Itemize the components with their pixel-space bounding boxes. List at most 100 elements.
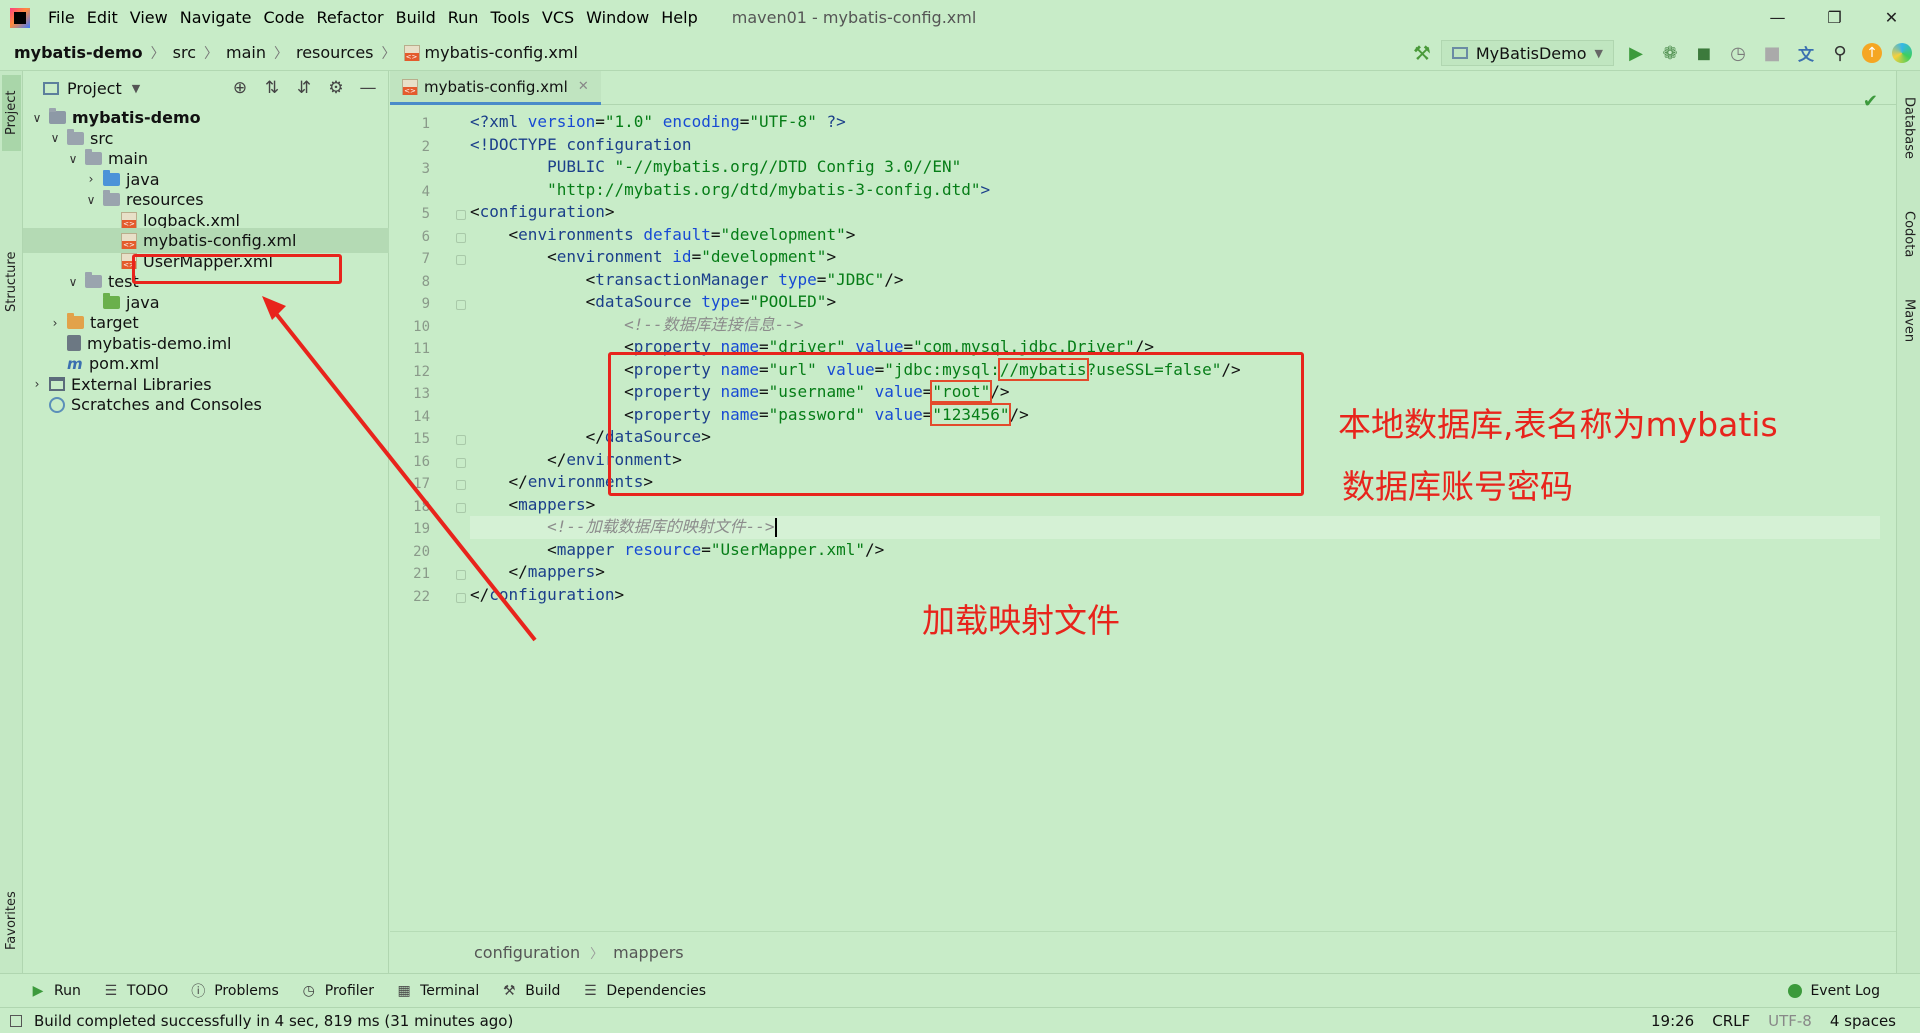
code-line[interactable]: <!--加载数据库的映射文件--> [470, 516, 1880, 539]
editor-tab[interactable]: mybatis-config.xml ✕ [390, 71, 601, 105]
menu-vcs[interactable]: VCS [536, 8, 580, 27]
chevron-down-icon[interactable]: ∨ [65, 152, 81, 166]
profile-icon[interactable]: ◷ [1726, 43, 1750, 64]
fold-marker-icon[interactable] [456, 300, 466, 310]
tool-profiler[interactable]: ◷ Profiler [301, 983, 374, 999]
indent-setting[interactable]: 4 spaces [1830, 1012, 1896, 1030]
update-icon[interactable]: ↑ [1862, 43, 1882, 63]
code-line[interactable]: <mapper resource="UserMapper.xml"/> [470, 539, 1880, 562]
code-line[interactable]: <environment id="development"> [470, 246, 1880, 269]
tool-problems[interactable]: ⓘ Problems [190, 981, 279, 1001]
menu-file[interactable]: File [42, 8, 81, 27]
tool-tab-database[interactable]: Database [1900, 83, 1918, 173]
menu-edit[interactable]: Edit [81, 8, 124, 27]
crumb-src[interactable]: src [173, 43, 196, 62]
event-log-button[interactable]: Event Log [1788, 974, 1880, 1008]
code-line[interactable]: PUBLIC "-//mybatis.org//DTD Config 3.0//… [470, 156, 1880, 179]
xml-file-icon [121, 232, 137, 249]
breadcrumb-mappers[interactable]: mappers [613, 943, 683, 962]
fold-marker-icon[interactable] [456, 232, 466, 243]
fold-marker-icon[interactable] [456, 570, 466, 580]
translate-icon[interactable]: 文 [1794, 41, 1818, 65]
crumb-file[interactable]: mybatis-config.xml [425, 43, 578, 62]
tool-tab-codota[interactable]: Codota [1900, 189, 1918, 279]
crumb-project[interactable]: mybatis-demo [14, 43, 143, 62]
fold-marker-icon[interactable] [456, 592, 466, 603]
chevron-down-icon[interactable]: ∨ [29, 111, 45, 125]
code-line[interactable]: <!--数据库连接信息--> [470, 314, 1880, 337]
menu-navigate[interactable]: Navigate [174, 8, 258, 27]
chevron-right-icon[interactable]: › [83, 172, 99, 186]
file-encoding[interactable]: UTF-8 [1768, 1012, 1812, 1030]
chevron-down-icon[interactable]: ∨ [47, 131, 63, 145]
code-line[interactable]: "http://mybatis.org/dtd/mybatis-3-config… [470, 179, 1880, 202]
coverage-icon[interactable]: ◼ [1692, 43, 1716, 64]
menu-tools[interactable]: Tools [484, 8, 535, 27]
fold-marker-icon[interactable] [456, 457, 466, 468]
build-hammer-icon[interactable]: ⚒ [1413, 41, 1431, 65]
menu-window[interactable]: Window [580, 8, 655, 27]
restore-icon[interactable]: ❐ [1806, 0, 1863, 35]
inspection-ok-icon[interactable]: ✔ [1863, 91, 1878, 112]
menu-build[interactable]: Build [390, 8, 442, 27]
code-line[interactable]: <?xml version="1.0" encoding="UTF-8" ?> [470, 111, 1880, 134]
menu-help[interactable]: Help [655, 8, 703, 27]
tool-tab-structure[interactable]: Structure [2, 241, 21, 323]
status-panel-icon[interactable] [10, 1014, 22, 1027]
search-icon[interactable]: ⚲ [1828, 43, 1852, 64]
run-configuration-select[interactable]: MyBatisDemo ▼ [1440, 40, 1614, 66]
chevron-right-icon[interactable]: › [47, 316, 63, 330]
code-line[interactable]: <environments default="development"> [470, 224, 1880, 247]
tool-tab-maven[interactable]: Maven [1900, 281, 1918, 361]
close-tab-icon[interactable]: ✕ [578, 79, 589, 94]
breadcrumb-configuration[interactable]: configuration [474, 943, 580, 962]
tool-dependencies[interactable]: ☰ Dependencies [582, 983, 706, 999]
xml-file-icon [402, 78, 418, 95]
menu-code[interactable]: Code [258, 8, 311, 27]
tool-tab-favorites[interactable]: Favorites [2, 881, 21, 961]
code-line[interactable]: <!DOCTYPE configuration [470, 134, 1880, 157]
gear-icon[interactable]: ⚙ [326, 78, 346, 98]
code-line[interactable]: </mappers> [470, 561, 1880, 584]
code-area[interactable]: <?xml version="1.0" encoding="UTF-8" ?> <… [470, 105, 1880, 931]
chevron-down-icon[interactable]: ▼ [132, 82, 140, 95]
stop-icon[interactable]: ■ [1760, 43, 1784, 64]
fold-marker-icon[interactable] [456, 435, 466, 445]
tool-tab-project[interactable]: Project [2, 75, 21, 151]
fold-marker-icon[interactable] [456, 502, 466, 513]
code-line[interactable]: <mappers> [470, 494, 1880, 517]
collapse-all-icon[interactable]: ⇵ [294, 78, 314, 98]
chevron-right-icon[interactable]: › [29, 377, 45, 391]
close-icon[interactable]: ✕ [1863, 0, 1920, 35]
run-icon[interactable]: ▶ [1624, 43, 1648, 64]
crumb-main[interactable]: main [226, 43, 266, 62]
hide-icon[interactable]: — [358, 78, 378, 98]
project-panel-title[interactable]: Project [67, 79, 122, 98]
code-line[interactable]: <dataSource type="POOLED"> [470, 291, 1880, 314]
plugin-logo-icon[interactable] [1892, 43, 1912, 63]
line-separator[interactable]: CRLF [1712, 1012, 1750, 1030]
minimize-icon[interactable]: — [1749, 0, 1806, 35]
chevron-down-icon[interactable]: ∨ [65, 275, 81, 289]
code-line[interactable]: </configuration> [470, 584, 1880, 607]
tool-todo[interactable]: ☰ TODO [103, 983, 169, 999]
chevron-right-icon: 〉 [150, 45, 165, 62]
menu-view[interactable]: View [124, 8, 174, 27]
crumb-resources[interactable]: resources [296, 43, 374, 62]
tool-run[interactable]: ▶ Run [30, 983, 81, 999]
tree-item[interactable]: Scratches and Consoles [23, 392, 389, 417]
debug-icon[interactable]: ❁ [1658, 43, 1682, 64]
chevron-down-icon[interactable]: ∨ [83, 193, 99, 207]
tool-terminal[interactable]: ▦ Terminal [396, 983, 479, 999]
tool-build[interactable]: ⚒ Build [501, 983, 560, 999]
fold-marker-icon[interactable] [456, 210, 466, 220]
menu-refactor[interactable]: Refactor [310, 8, 389, 27]
fold-marker-icon[interactable] [456, 480, 466, 490]
code-line[interactable]: <transactionManager type="JDBC"/> [470, 269, 1880, 292]
code-line[interactable]: <configuration> [470, 201, 1880, 224]
locate-icon[interactable]: ⊕ [230, 78, 250, 98]
fold-marker-icon[interactable] [456, 255, 466, 265]
menu-run[interactable]: Run [442, 8, 485, 27]
expand-all-icon[interactable]: ⇅ [262, 78, 282, 98]
caret-position[interactable]: 19:26 [1651, 1012, 1694, 1030]
